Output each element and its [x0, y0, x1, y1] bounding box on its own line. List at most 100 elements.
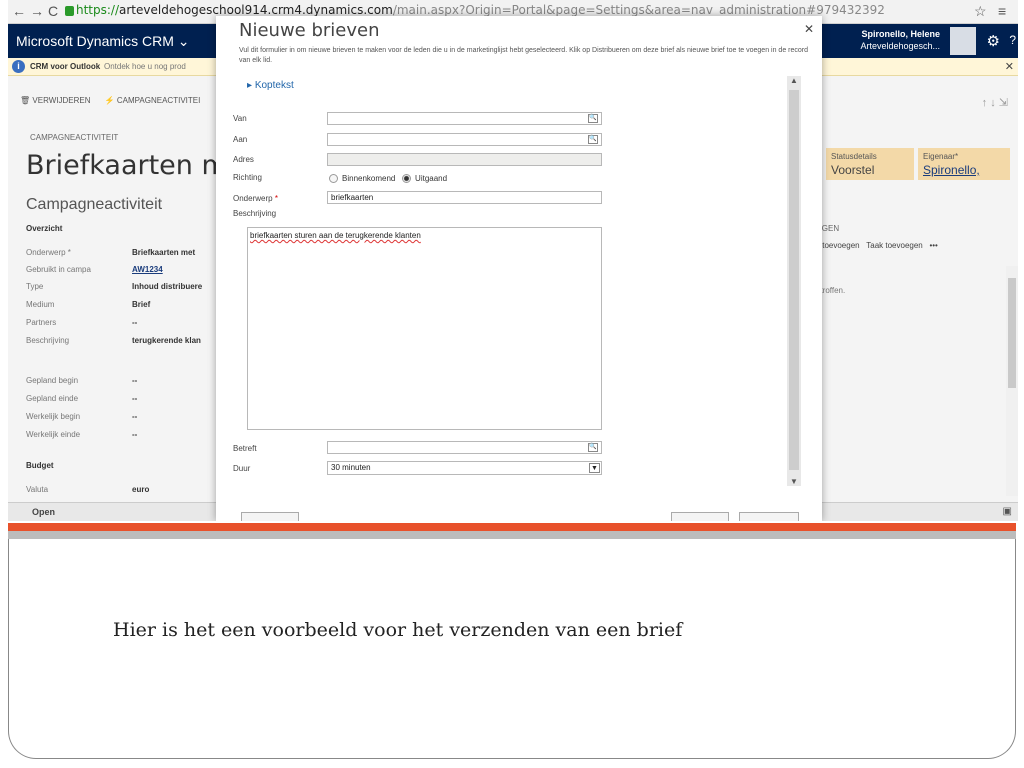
url-domain: arteveldehogeschool914.crm4.dynamics.com	[119, 3, 393, 17]
duration-value: 30 minuten	[331, 463, 371, 472]
save-icon[interactable]: ▣	[1003, 506, 1012, 517]
scroll-down-icon[interactable]: ▼	[790, 477, 798, 486]
page-scrollbar[interactable]	[1006, 266, 1018, 496]
dialog-buttons	[241, 512, 801, 521]
to-label: Aan	[233, 135, 248, 144]
field-value: --	[132, 412, 138, 421]
subject-field[interactable]: briefkaarten	[327, 191, 602, 204]
lookup-icon[interactable]: 🔍	[588, 135, 598, 144]
field-label: Beschrijving	[26, 336, 70, 345]
notice-title: CRM voor Outlook	[30, 62, 101, 71]
owner-details: Eigenaar* Spironello,	[918, 148, 1010, 180]
description-value: briefkaarten sturen aan de terugkerende …	[250, 231, 421, 240]
duration-select[interactable]: 30 minuten ▼	[327, 461, 602, 475]
field-value[interactable]: --	[132, 376, 137, 385]
record-nav[interactable]: ↑ ↓ ⇲	[982, 96, 1008, 109]
radio-incoming-icon[interactable]	[329, 174, 338, 184]
to-field[interactable]: 🔍	[327, 133, 602, 146]
address-field	[327, 153, 602, 166]
new-letters-dialog: Nieuwe brieven ✕ Vul dit formulier in om…	[216, 16, 822, 521]
subject-label-text: Onderwerp	[233, 194, 273, 203]
scroll-thumb[interactable]	[1008, 278, 1016, 388]
info-icon: i	[12, 60, 25, 73]
radio-outgoing[interactable]: Uitgaand	[402, 174, 447, 184]
field-value[interactable]: Brief	[132, 300, 150, 309]
field-label: Type	[26, 282, 44, 291]
subject-label: Onderwerp *	[233, 194, 278, 203]
cancel-button[interactable]	[739, 512, 799, 521]
radio-incoming-label: Binnenkomend	[342, 174, 396, 183]
slide-frame	[8, 539, 1016, 759]
user-name: Spironello, Helene	[861, 29, 940, 39]
user-info[interactable]: Spironello, Helene Arteveldehogesch...	[860, 28, 940, 52]
status-details: Statusdetails Voorstel	[826, 148, 914, 180]
description-textarea[interactable]: briefkaarten sturen aan de terugkerende …	[247, 227, 602, 430]
regarding-field[interactable]: 🔍	[327, 441, 602, 454]
gear-icon[interactable]: ⚙	[987, 32, 1000, 50]
campaign-label: CAMPAGNEACTIVITEI	[116, 96, 201, 105]
field-label: Gepland begin	[26, 376, 79, 385]
add-task-button[interactable]: Taak toevoegen	[866, 241, 923, 250]
dialog-scrollbar[interactable]: ▲ ▼	[787, 76, 801, 486]
close-icon[interactable]: ✕	[1005, 60, 1014, 73]
reload-icon[interactable]: C	[48, 3, 58, 19]
scroll-up-icon[interactable]: ▲	[790, 76, 798, 85]
field-value: --	[132, 430, 138, 439]
campaign-activity-button[interactable]: ⚡ CAMPAGNEACTIVITEI	[105, 96, 207, 105]
avatar[interactable]	[950, 27, 976, 55]
radio-incoming[interactable]: Binnenkomend	[329, 174, 396, 184]
activity-actions: k toevoegen Taak toevoegen •••	[816, 241, 938, 250]
distribute-button[interactable]	[671, 512, 729, 521]
field-label: Medium	[26, 300, 55, 309]
command-bar: 🗑 VERWIJDEREN ⚡ CAMPAGNEACTIVITEI	[20, 96, 212, 105]
record-title: Briefkaarten me	[26, 150, 245, 181]
add-activity-button[interactable]: k toevoegen	[816, 241, 860, 250]
scroll-thumb[interactable]	[789, 90, 799, 470]
forward-icon[interactable]: →	[30, 3, 44, 19]
status-label: Statusdetails	[831, 152, 877, 161]
owner-link[interactable]: Spironello,	[923, 163, 1005, 177]
field-label: Valuta	[26, 485, 49, 494]
field-value[interactable]: --	[132, 394, 137, 403]
app-brand[interactable]: Microsoft Dynamics CRM ⌄	[16, 33, 190, 50]
subject-value: briefkaarten	[331, 193, 374, 202]
more-icon[interactable]: •••	[929, 241, 937, 250]
help-icon[interactable]: ?	[1009, 33, 1016, 47]
delete-button[interactable]: 🗑 VERWIJDEREN	[20, 96, 96, 105]
header-toggle[interactable]: ▸ Koptekst	[247, 80, 294, 91]
field-label: Partners	[26, 318, 57, 327]
dialog-button-left[interactable]	[241, 512, 299, 521]
brand-label: Microsoft Dynamics CRM	[16, 33, 174, 49]
slide: ← → C https://arteveldehogeschool914.crm…	[0, 0, 1024, 768]
user-org: Arteveldehogesch...	[860, 41, 940, 51]
back-icon[interactable]: ←	[12, 3, 26, 19]
slide-caption: Hier is het een voorbeeld voor het verze…	[113, 619, 683, 641]
field-label: Werkelijk einde	[26, 430, 81, 439]
lookup-icon[interactable]: 🔍	[588, 114, 598, 123]
field-value[interactable]: terugkerende klan	[132, 336, 201, 345]
star-icon[interactable]: ☆	[974, 3, 987, 20]
lookup-icon[interactable]: 🔍	[588, 443, 598, 452]
accent-stripe	[8, 523, 1016, 531]
close-icon[interactable]: ✕	[804, 22, 814, 36]
screenshot: ← → C https://arteveldehogeschool914.crm…	[8, 0, 1018, 521]
field-label: Gepland einde	[26, 394, 79, 403]
address-label: Adres	[233, 155, 254, 164]
lock-icon	[65, 6, 74, 16]
field-value[interactable]: Briefkaarten met	[132, 248, 195, 257]
radio-outgoing-icon[interactable]	[402, 174, 412, 184]
field-value[interactable]: --	[132, 318, 137, 327]
menu-icon[interactable]: ≡	[998, 3, 1006, 19]
notice-text[interactable]: Ontdek hoe u nog prod	[104, 62, 186, 71]
regarding-label: Betreft	[233, 444, 257, 453]
budget-heading: Budget	[26, 461, 54, 470]
from-field[interactable]: 🔍	[327, 112, 602, 125]
section-title: Campagneactiviteit	[26, 196, 163, 213]
field-value[interactable]: Inhoud distribuere	[132, 282, 202, 291]
overview-heading: Overzicht	[26, 224, 63, 233]
address-bar[interactable]: https://arteveldehogeschool914.crm4.dyna…	[76, 3, 885, 17]
from-label: Van	[233, 114, 247, 123]
header-toggle-label: Koptekst	[254, 80, 294, 91]
campaign-link[interactable]: AW1234	[132, 265, 163, 274]
chevron-down-icon[interactable]: ▼	[589, 463, 600, 473]
